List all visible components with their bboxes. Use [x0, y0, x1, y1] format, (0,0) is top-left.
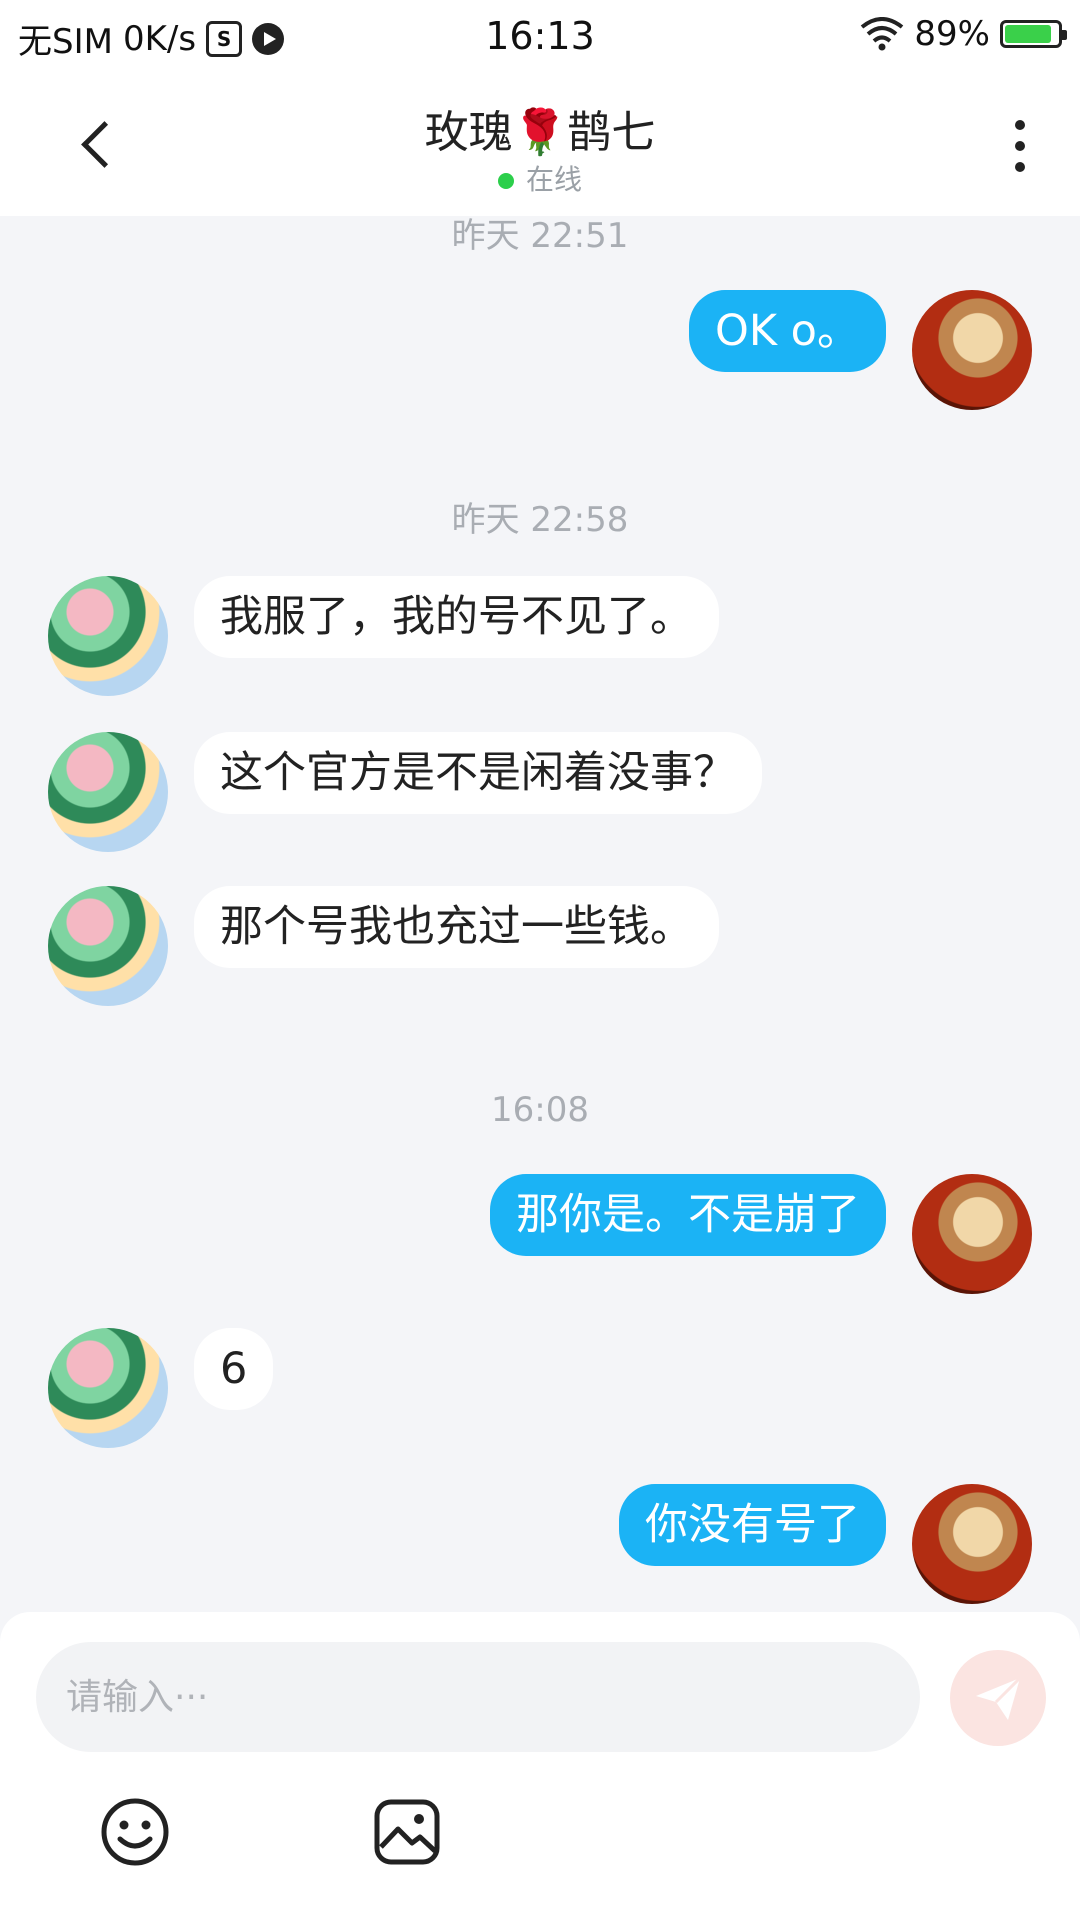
chat-header: 玫瑰🌹鹊七 在线 [0, 76, 1080, 216]
contact-avatar[interactable] [48, 732, 168, 852]
send-button[interactable] [950, 1650, 1046, 1746]
timestamp: 昨天 22:51 [451, 216, 629, 256]
contact-avatar[interactable] [48, 886, 168, 1006]
online-dot-icon [497, 173, 514, 189]
emoji-icon [101, 1798, 169, 1866]
status-right: 89% [860, 14, 1067, 54]
my-avatar[interactable] [912, 1484, 1032, 1604]
title-right: 鹊七 [567, 107, 656, 158]
title-left: 玫瑰 [424, 107, 513, 158]
message-bubble-received[interactable]: 这个官方是不是闲着没事？ [194, 732, 762, 814]
emoji-button[interactable] [100, 1797, 170, 1867]
message-bubble-received[interactable]: 那个号我也充过一些钱。 [194, 886, 719, 968]
contact-avatar[interactable] [48, 576, 168, 696]
message-bubble-sent[interactable]: 你没有号了 [619, 1484, 886, 1566]
message-bubble-received[interactable]: 我服了，我的号不见了。 [194, 576, 719, 658]
wifi-icon [861, 17, 904, 51]
timestamp: 昨天 22:58 [451, 500, 629, 540]
battery-percent: 89% [914, 14, 990, 54]
chat-title: 玫瑰🌹鹊七 [0, 96, 1080, 160]
battery-icon [1000, 20, 1067, 48]
message-bubble-received[interactable]: 6 [194, 1328, 274, 1410]
my-avatar[interactable] [912, 1174, 1032, 1294]
online-label: 在线 [525, 163, 582, 196]
image-button[interactable] [372, 1797, 442, 1867]
contact-avatar[interactable] [48, 1328, 168, 1448]
send-icon [976, 1676, 1022, 1720]
online-status: 在线 [0, 158, 1080, 198]
message-bubble-sent[interactable]: OK o。 [688, 290, 886, 372]
rose-emoji: 🌹 [512, 107, 568, 158]
message-input[interactable] [36, 1642, 920, 1752]
input-panel [0, 1612, 1080, 1920]
image-icon [374, 1799, 440, 1865]
my-avatar[interactable] [912, 290, 1032, 410]
status-bar: 无SIM 0K/s S 16:13 89% [0, 0, 1080, 76]
more-options-button[interactable] [1000, 116, 1040, 176]
timestamp: 16:08 [491, 1090, 589, 1130]
message-bubble-sent[interactable]: 那你是。不是崩了 [490, 1174, 886, 1256]
